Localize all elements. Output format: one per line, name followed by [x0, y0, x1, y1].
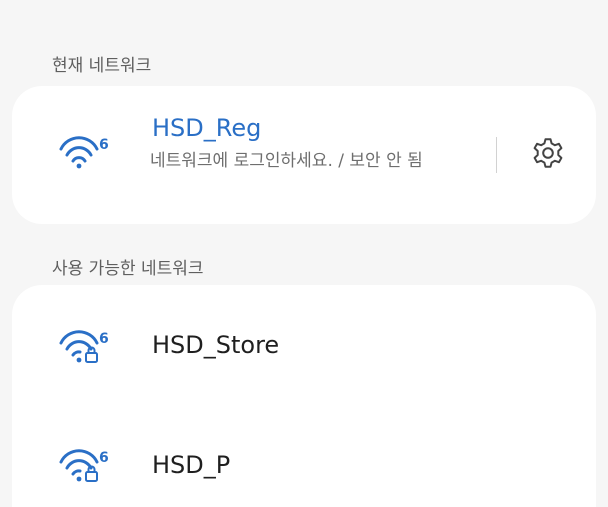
- wifi-standard-label: 6: [99, 331, 109, 347]
- current-network-status: 네트워크에 로그인하세요. / 보안 안 됨: [150, 151, 423, 171]
- available-networks-header: 사용 가능한 네트워크: [52, 259, 204, 279]
- gear-icon[interactable]: [528, 133, 568, 173]
- wifi-network-list: 현재 네트워크 6 HSD_Reg 네트워크에 로그인하세요. / 보안 안 됨…: [0, 0, 608, 507]
- wifi-6-lock-icon: 6: [58, 445, 114, 485]
- wifi-6-icon: 6: [58, 132, 114, 172]
- wifi-6-lock-icon: 6: [58, 326, 114, 366]
- vertical-divider: [496, 137, 497, 173]
- wifi-standard-label: 6: [99, 450, 109, 466]
- wifi-standard-label: 6: [99, 137, 109, 153]
- network-name: HSD_Store: [152, 331, 280, 359]
- current-network-header: 현재 네트워크: [52, 56, 152, 76]
- current-network-name: HSD_Reg: [152, 114, 262, 142]
- network-name: HSD_P: [152, 451, 231, 479]
